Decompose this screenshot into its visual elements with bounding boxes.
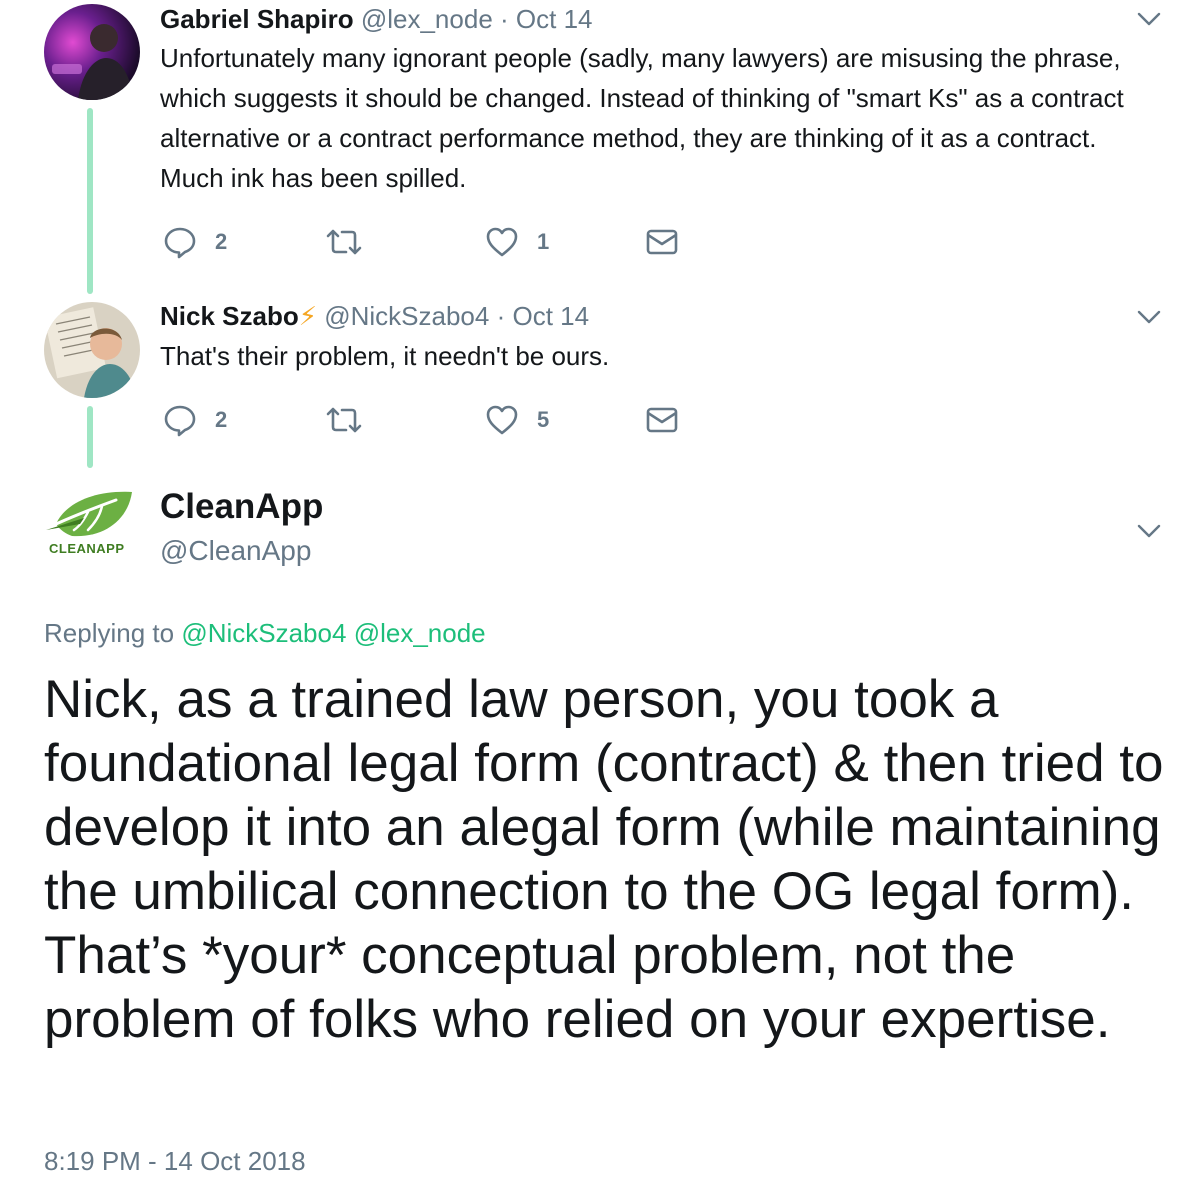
like-button[interactable]: 5	[485, 403, 549, 437]
reply-icon	[164, 405, 196, 437]
reply-icon	[164, 227, 196, 259]
thread-connector-line	[87, 108, 93, 294]
thread-connector-line	[87, 406, 93, 468]
replying-to-label: Replying to	[44, 618, 175, 648]
retweet-button[interactable]	[325, 225, 363, 259]
avatar-nick-szabo[interactable]	[44, 302, 140, 398]
retweet-icon	[326, 229, 362, 255]
reply-button[interactable]: 2	[163, 225, 227, 259]
reply-count: 2	[215, 229, 228, 254]
separator: ·	[500, 4, 509, 34]
reply-count: 2	[215, 407, 228, 432]
tweet-text: Unfortunately many ignorant people (sadl…	[160, 43, 1124, 193]
separator: ·	[496, 301, 506, 331]
logo-wordmark: CLEANAPP	[49, 541, 125, 556]
tweet-date[interactable]: Oct 14	[513, 301, 590, 331]
avatar-gabriel-shapiro[interactable]	[44, 4, 140, 100]
like-icon	[486, 227, 518, 257]
chevron-down-icon[interactable]	[1137, 12, 1161, 26]
lightning-icon: ⚡	[298, 301, 317, 331]
like-count: 1	[537, 229, 550, 254]
chevron-down-icon[interactable]	[1137, 524, 1161, 538]
user-handle[interactable]: @NickSzabo4	[324, 301, 489, 331]
retweet-button[interactable]	[325, 403, 363, 437]
tweet-date[interactable]: Oct 14	[516, 4, 593, 34]
avatar-cleanapp[interactable]: CLEANAPP	[44, 486, 140, 566]
tweet-header: Nick Szabo⚡ @NickSzabo4 · Oct 14	[160, 300, 589, 332]
tweet-header: Gabriel Shapiro @lex_node · Oct 14	[160, 3, 593, 35]
reply-button[interactable]: 2	[163, 403, 227, 437]
like-icon	[486, 405, 518, 435]
tweet-timestamp[interactable]: 8:19 PM - 14 Oct 2018	[44, 1144, 306, 1178]
leaf-logo-icon	[46, 491, 132, 537]
retweet-icon	[326, 407, 362, 433]
message-icon	[646, 229, 678, 255]
reply-mention-link[interactable]: @lex_node	[354, 618, 486, 648]
main-tweet-text: Nick, as a trained law person, you took …	[44, 670, 1164, 1049]
reply-mention-link[interactable]: @NickSzabo4	[181, 618, 346, 648]
replying-to-line: Replying to @NickSzabo4 @lex_node	[44, 616, 486, 650]
user-handle[interactable]: @lex_node	[361, 4, 493, 34]
tweet-text: That's their problem, it needn't be ours…	[160, 341, 610, 371]
user-display-name[interactable]: Nick Szabo	[160, 301, 299, 331]
direct-message-button[interactable]	[645, 403, 679, 437]
like-count: 5	[537, 407, 550, 432]
message-icon	[646, 407, 678, 433]
author-display-name[interactable]: CleanApp	[160, 486, 323, 528]
like-button[interactable]: 1	[485, 225, 549, 259]
user-display-name[interactable]: Gabriel Shapiro	[160, 4, 354, 34]
author-handle[interactable]: @CleanApp	[160, 534, 311, 568]
chevron-down-icon[interactable]	[1137, 310, 1161, 324]
direct-message-button[interactable]	[645, 225, 679, 259]
